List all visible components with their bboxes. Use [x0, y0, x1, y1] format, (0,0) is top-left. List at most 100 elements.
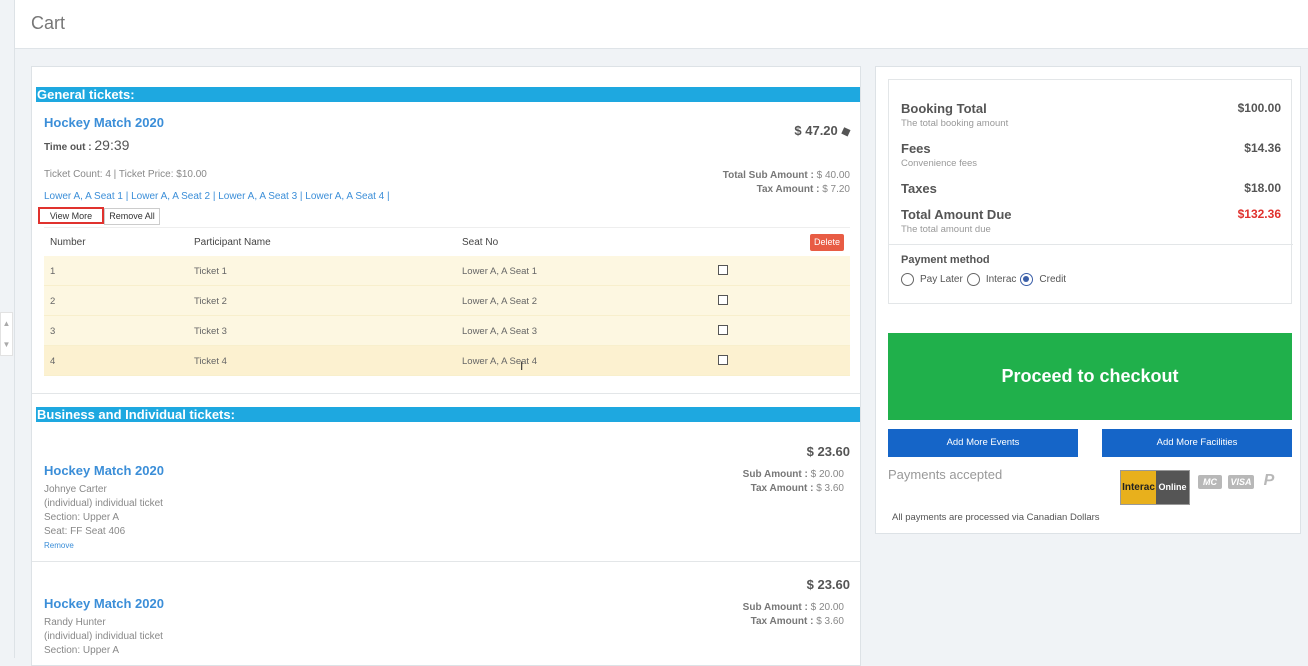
row-name: Ticket 1 [194, 266, 227, 277]
tax-value: $ 7.20 [822, 184, 850, 195]
booking-total-value: $100.00 [1237, 101, 1281, 115]
table-row: 1 Ticket 1 Lower A, A Seat 1 [44, 256, 850, 286]
interac-online-text: Online [1156, 471, 1189, 504]
row-number: 1 [50, 266, 56, 277]
fees-value: $14.36 [1244, 141, 1281, 155]
mastercard-icon: MC [1198, 475, 1222, 489]
visa-icon: VISA [1228, 475, 1254, 489]
ticket-type: (individual) individual ticket [44, 498, 163, 509]
page-title: Cart [31, 13, 66, 33]
interac-option[interactable]: Interac [966, 273, 1019, 286]
text-cursor-icon: I [520, 359, 524, 373]
remove-link[interactable]: Remove [44, 541, 74, 550]
tax-amount-value: $ 3.60 [816, 616, 844, 627]
totals-box: Booking Total The total booking amount $… [888, 79, 1293, 304]
tag-icon: ◆ [838, 122, 853, 140]
payment-method-options: Pay Later Interac Credit [901, 273, 1070, 286]
seat-table: Number Participant Name Seat No Delete 1… [44, 227, 850, 376]
cart-page: Cart General tickets: Hockey Match 2020 … [14, 0, 1308, 666]
add-more-facilities-button[interactable]: Add More Facilities [1102, 429, 1292, 457]
amount-due-sub: The total amount due [901, 224, 991, 235]
row-checkbox[interactable] [718, 325, 728, 335]
business-item-subtotals: Sub Amount : $ 20.00 Tax Amount : $ 3.60 [743, 601, 844, 629]
row-name: Ticket 4 [194, 356, 227, 367]
interac-radio[interactable] [966, 273, 980, 286]
table-row: 3 Ticket 3 Lower A, A Seat 3 [44, 316, 850, 346]
credit-option[interactable]: Credit [1020, 273, 1068, 286]
side-scroll-control[interactable]: ▲ ▼ [0, 312, 13, 356]
booking-total-row: Booking Total The total booking amount $… [901, 101, 1281, 129]
seat-links[interactable]: Lower A, A Seat 1 | Lower A, A Seat 2 | … [44, 191, 390, 202]
scroll-up-icon[interactable]: ▲ [1, 313, 12, 334]
row-seat: Lower A, A Seat 4 [462, 356, 537, 367]
holder-name: Johnye Carter [44, 484, 107, 495]
sub-amount-label: Sub Amount : [742, 469, 808, 480]
seat-table-header: Number Participant Name Seat No Delete [44, 227, 850, 256]
header-seat: Seat No [462, 237, 499, 248]
sub-amount-value: $ 20.00 [810, 602, 844, 613]
row-number: 2 [50, 296, 56, 307]
scroll-down-icon[interactable]: ▼ [1, 334, 12, 355]
payments-accepted-label: Payments accepted [888, 467, 1003, 482]
row-number: 3 [50, 326, 56, 337]
general-tickets-heading: General tickets: [36, 87, 860, 102]
row-seat: Lower A, A Seat 2 [462, 296, 537, 307]
row-checkbox[interactable] [718, 265, 728, 275]
interac-label: Interac [985, 274, 1017, 285]
taxes-label: Taxes [901, 181, 937, 196]
general-event-title[interactable]: Hockey Match 2020 [44, 115, 164, 130]
delete-button[interactable]: Delete [810, 234, 844, 251]
pay-later-radio[interactable] [901, 273, 914, 286]
tax-label: Tax Amount : [756, 184, 820, 195]
general-subtotals: Total Sub Amount : $ 40.00 Tax Amount : … [723, 169, 850, 197]
view-more-button[interactable]: View More [38, 207, 104, 224]
remove-all-button[interactable]: Remove All [104, 208, 160, 225]
proceed-to-checkout-button[interactable]: Proceed to checkout [888, 333, 1292, 420]
fees-sub: Convenience fees [901, 158, 978, 169]
tax-amount-label: Tax Amount : [750, 616, 814, 627]
ticket-type: (individual) individual ticket [44, 631, 163, 642]
taxes-value: $18.00 [1244, 181, 1281, 195]
paypal-icon: P [1263, 472, 1275, 489]
sub-amount-value: $ 20.00 [810, 469, 844, 480]
general-price-value: $ 47.20 [794, 123, 838, 138]
currency-note: All payments are processed via Canadian … [892, 512, 1100, 523]
timeout-label: Time out : [44, 142, 92, 153]
header-number: Number [50, 237, 86, 248]
business-item-title[interactable]: Hockey Match 2020 [44, 463, 164, 478]
divider [889, 244, 1293, 245]
row-checkbox[interactable] [718, 295, 728, 305]
tax-amount-label: Tax Amount : [750, 483, 814, 494]
business-tickets-heading: Business and Individual tickets: [36, 407, 860, 422]
row-seat: Lower A, A Seat 1 [462, 266, 537, 277]
interac-online-icon: Interac Online [1120, 470, 1190, 505]
row-checkbox[interactable] [718, 355, 728, 365]
business-item-details: Johnye Carter (individual) individual ti… [44, 483, 163, 539]
taxes-row: Taxes $18.00 [901, 181, 1281, 196]
amount-due-label: Total Amount Due [901, 207, 1012, 222]
general-price: $ 47.20◆ [794, 122, 853, 140]
pay-later-label: Pay Later [920, 274, 963, 285]
amount-due-value: $132.36 [1237, 207, 1281, 221]
total-sub-label: Total Sub Amount : [722, 170, 814, 181]
total-sub-value: $ 40.00 [816, 170, 850, 181]
divider [32, 561, 860, 562]
section-info: Section: Upper A [44, 512, 120, 523]
seat-info: Seat: FF Seat 406 [44, 526, 126, 537]
pay-later-option[interactable]: Pay Later [901, 273, 965, 286]
page-header: Cart [15, 0, 1308, 49]
fees-row: Fees Convenience fees $14.36 [901, 141, 1281, 169]
table-row: 2 Ticket 2 Lower A, A Seat 2 [44, 286, 850, 316]
business-item-subtotals: Sub Amount : $ 20.00 Tax Amount : $ 3.60 [743, 468, 844, 496]
row-name: Ticket 3 [194, 326, 227, 337]
header-participant: Participant Name [194, 237, 271, 248]
business-item-title[interactable]: Hockey Match 2020 [44, 596, 164, 611]
divider [32, 393, 860, 394]
amount-due-row: Total Amount Due The total amount due $1… [901, 207, 1281, 235]
tax-amount-value: $ 3.60 [816, 483, 844, 494]
add-more-events-button[interactable]: Add More Events [888, 429, 1078, 457]
credit-radio[interactable] [1020, 273, 1034, 286]
row-number: 4 [50, 356, 56, 367]
row-seat: Lower A, A Seat 3 [462, 326, 537, 337]
row-name: Ticket 2 [194, 296, 227, 307]
